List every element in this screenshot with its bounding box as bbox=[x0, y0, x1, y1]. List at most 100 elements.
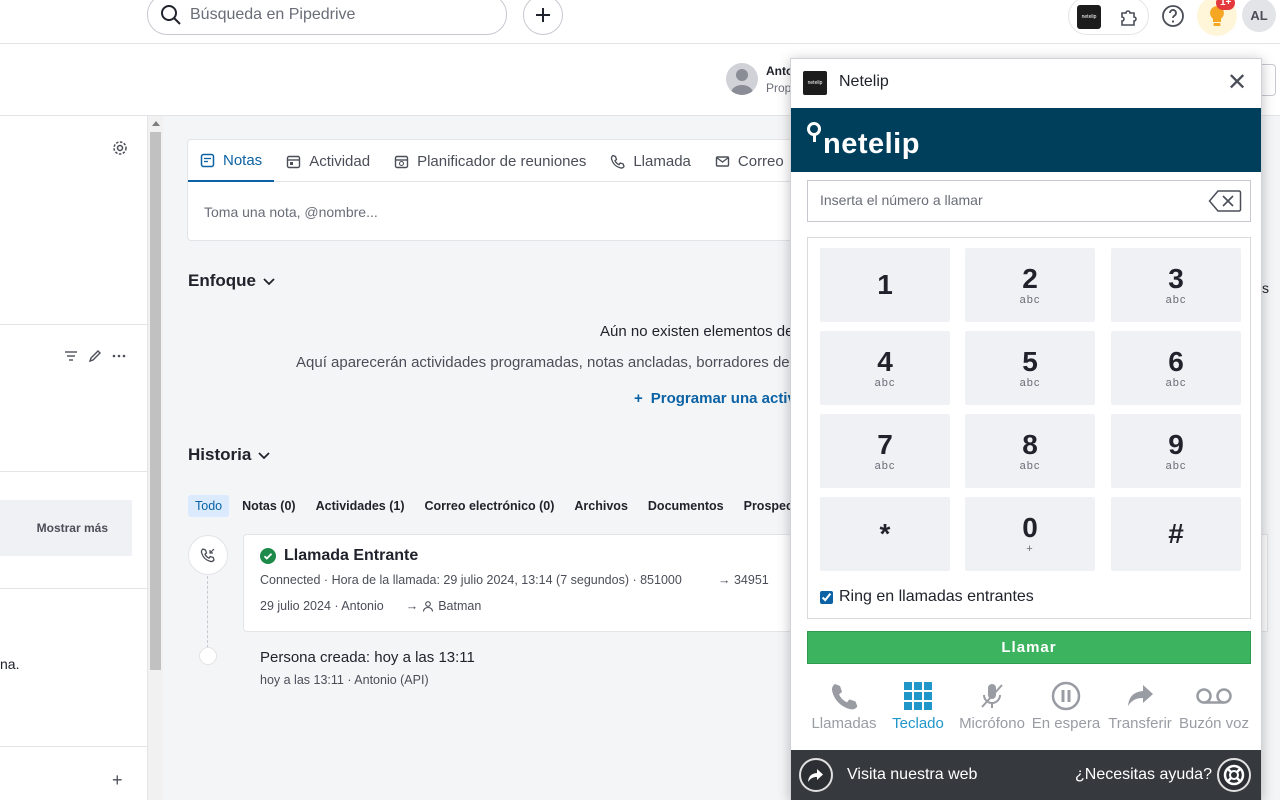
key-letters: abc bbox=[1165, 460, 1187, 472]
voicemail-button[interactable]: Buzón voz bbox=[1177, 681, 1251, 741]
key-letters: abc bbox=[874, 460, 896, 472]
close-icon[interactable]: ✕ bbox=[1227, 71, 1247, 95]
call-history-card[interactable]: Llamada Entrante Connected · Hora de la … bbox=[243, 534, 813, 632]
gear-icon[interactable] bbox=[112, 140, 128, 156]
history-header[interactable]: Historia bbox=[188, 445, 271, 465]
tab-notes[interactable]: Notas bbox=[188, 140, 275, 182]
ring-incoming-row[interactable]: Ring en llamadas entrantes bbox=[820, 588, 1034, 606]
help-button[interactable] bbox=[1217, 758, 1251, 792]
key-5[interactable]: 5 abc bbox=[965, 331, 1095, 405]
help-link[interactable]: ¿Necesitas ayuda? bbox=[1075, 766, 1212, 784]
key-6[interactable]: 6 abc bbox=[1111, 331, 1241, 405]
key-9[interactable]: 9 abc bbox=[1111, 414, 1241, 488]
tab-label: Actividad bbox=[309, 152, 371, 170]
left-scrollbar[interactable] bbox=[148, 116, 163, 800]
visit-web-link[interactable]: Visita nuestra web bbox=[847, 766, 977, 784]
microphone-button[interactable]: Micrófono bbox=[955, 681, 1029, 741]
action-label: Micrófono bbox=[959, 715, 1025, 732]
tab-activity[interactable]: Actividad bbox=[274, 140, 382, 182]
plus-icon: + bbox=[634, 390, 643, 407]
transfer-button[interactable]: Transferir bbox=[1103, 681, 1177, 741]
filter-icon[interactable] bbox=[64, 349, 78, 363]
focus-header[interactable]: Enfoque bbox=[188, 271, 276, 291]
mail-icon bbox=[715, 155, 730, 167]
filter-email[interactable]: Correo electrónico (0) bbox=[418, 495, 562, 517]
filter-notes[interactable]: Notas (0) bbox=[235, 495, 302, 517]
call-contact[interactable]: Batman bbox=[438, 599, 481, 613]
call-title-row: Llamada Entrante bbox=[260, 547, 418, 565]
user-avatar[interactable]: AL bbox=[1242, 0, 1276, 32]
netelip-extension-button[interactable]: netelip bbox=[1077, 5, 1101, 29]
divider bbox=[0, 471, 148, 472]
call-button[interactable]: Llamar bbox=[807, 631, 1251, 664]
key-7[interactable]: 7 abc bbox=[820, 414, 950, 488]
phone-number-input[interactable] bbox=[820, 192, 1200, 208]
user-initials: AL bbox=[1250, 7, 1268, 23]
scroll-up-icon[interactable] bbox=[152, 121, 160, 126]
key-digit: 6 bbox=[1168, 346, 1184, 377]
phone-number-field[interactable] bbox=[807, 180, 1251, 222]
calls-button[interactable]: Llamadas bbox=[807, 681, 881, 741]
add-button[interactable]: + bbox=[112, 770, 123, 791]
voicemail-icon bbox=[1196, 688, 1232, 704]
key-8[interactable]: 8 abc bbox=[965, 414, 1095, 488]
pencil-icon[interactable] bbox=[88, 349, 102, 363]
key-letters: abc bbox=[1019, 377, 1041, 389]
more-icon[interactable] bbox=[112, 349, 126, 363]
key-2[interactable]: 2 abc bbox=[965, 248, 1095, 322]
chevron-down-icon bbox=[263, 278, 275, 286]
brand-banner: netelip bbox=[791, 108, 1261, 172]
left-panel: Mostrar más na. + bbox=[0, 116, 148, 800]
action-label: En espera bbox=[1031, 715, 1101, 732]
tab-email[interactable]: Correo bbox=[703, 140, 796, 182]
puzzle-icon[interactable] bbox=[1118, 6, 1140, 28]
key-hash[interactable]: # bbox=[1111, 497, 1241, 571]
tab-call[interactable]: Llamada bbox=[598, 140, 703, 182]
filter-files[interactable]: Archivos bbox=[567, 495, 635, 517]
key-star[interactable]: * bbox=[820, 497, 950, 571]
scroll-thumb[interactable] bbox=[150, 132, 161, 670]
help-icon[interactable] bbox=[1160, 3, 1186, 29]
phone-icon bbox=[831, 684, 858, 710]
key-0[interactable]: 0 + bbox=[965, 497, 1095, 571]
dialpad: 1 2 abc 3 abc 4 abc 5 abc 6 abc 7 abc 8 abc 9 ab… bbox=[807, 237, 1251, 619]
tab-label: Correo bbox=[737, 152, 784, 170]
key-3[interactable]: 3 abc bbox=[1111, 248, 1241, 322]
owner-avatar[interactable] bbox=[726, 63, 758, 95]
show-more-button[interactable]: Mostrar más bbox=[0, 500, 132, 556]
filter-all[interactable]: Todo bbox=[188, 495, 230, 517]
ring-incoming-checkbox[interactable] bbox=[820, 590, 833, 604]
timeline-call-marker bbox=[188, 535, 228, 575]
transfer-icon bbox=[1128, 685, 1153, 706]
timeline-line bbox=[207, 576, 208, 648]
keypad-button[interactable]: Teclado bbox=[881, 681, 955, 741]
key-letters: abc bbox=[874, 377, 896, 389]
section-tools bbox=[64, 349, 126, 363]
backspace-icon[interactable] bbox=[1208, 189, 1242, 213]
person-created-meta: hoy a las 13:11 · Antonio (API) bbox=[260, 673, 429, 687]
hold-button[interactable]: En espera bbox=[1029, 681, 1103, 741]
truncated-text: na. bbox=[0, 656, 20, 672]
popup-title: Netelip bbox=[839, 73, 889, 90]
key-1[interactable]: 1 bbox=[820, 248, 950, 322]
note-input[interactable]: Toma una nota, @nombre... bbox=[204, 204, 378, 220]
divider bbox=[0, 746, 148, 747]
chevron-down-icon bbox=[258, 452, 270, 460]
person-icon bbox=[423, 601, 434, 612]
tab-label: Planificador de reuniones bbox=[417, 152, 587, 170]
search-input[interactable] bbox=[190, 5, 480, 24]
share-arrow-icon bbox=[808, 769, 823, 782]
composer-tabs: Notas Actividad Planificador de reunione… bbox=[188, 140, 808, 182]
visit-web-button[interactable] bbox=[799, 758, 833, 792]
schedule-activity-link[interactable]: + Programar una activ bbox=[634, 390, 796, 407]
history-title: Historia bbox=[188, 445, 252, 464]
filter-activities[interactable]: Actividades (1) bbox=[309, 495, 412, 517]
key-4[interactable]: 4 abc bbox=[820, 331, 950, 405]
filter-documents[interactable]: Documentos bbox=[641, 495, 731, 517]
tab-meeting-scheduler[interactable]: Planificador de reuniones bbox=[382, 140, 598, 182]
plus-icon bbox=[536, 8, 550, 22]
right-card-edge bbox=[1262, 534, 1268, 632]
divider bbox=[0, 588, 148, 589]
quick-add-button[interactable] bbox=[523, 0, 563, 35]
global-search[interactable] bbox=[147, 0, 507, 35]
